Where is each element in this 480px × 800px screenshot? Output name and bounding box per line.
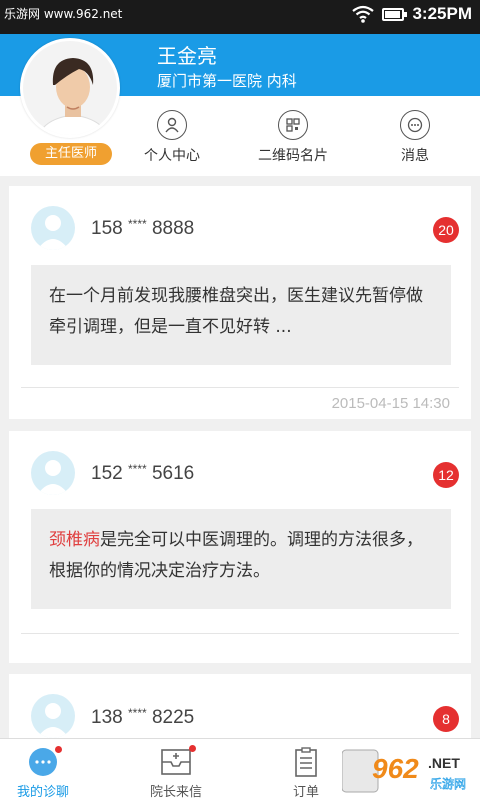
unread-badge: 12: [433, 462, 459, 488]
doctor-name: 王金亮: [157, 44, 217, 68]
unread-badge: 20: [433, 217, 459, 243]
nav-personal-center[interactable]: 个人中心: [122, 110, 222, 165]
person-icon: [157, 110, 187, 140]
brand-name: 乐游网: [430, 777, 466, 791]
notification-dot: [55, 746, 62, 753]
highlight-keyword: 颈椎病: [49, 530, 100, 550]
unread-badge: 8: [433, 706, 459, 732]
nav-messages[interactable]: 消息: [365, 110, 465, 165]
message-card[interactable]: 158 **** 8888 20 在一个月前发现我腰椎盘突出，医生建议先暂停做牵…: [9, 186, 471, 419]
patient-phone: 152 **** 5616: [91, 462, 195, 484]
brand-number: 962: [372, 753, 419, 784]
patient-avatar: [31, 206, 75, 250]
tab-director-letters[interactable]: 院长来信: [126, 739, 226, 800]
card-divider: [21, 633, 459, 634]
patient-phone: 158 **** 8888: [91, 217, 195, 239]
message-card[interactable]: 138 **** 8225 8: [9, 674, 471, 744]
status-indicators: 3:25PM: [352, 4, 472, 24]
patient-avatar: [31, 451, 75, 495]
clipboard-icon: [290, 747, 322, 777]
message-preview: 颈椎病是完全可以中医调理的。调理的方法很多，根据你的情况决定治疗方法。: [31, 509, 451, 609]
nav-label: 消息: [401, 148, 429, 164]
battery-icon: [382, 7, 408, 21]
tab-label: 订单: [292, 785, 319, 800]
doctor-avatar[interactable]: [20, 38, 120, 138]
mail-icon: [160, 745, 196, 777]
status-bar: 乐游网 www.962.net 3:25PM: [0, 0, 480, 34]
patient-phone: 138 **** 8225: [91, 706, 195, 728]
title-badge: 主任医师: [30, 143, 112, 165]
watermark-text: 乐游网 www.962.net: [4, 5, 123, 22]
chat-icon: [400, 110, 430, 140]
nav-qr-card[interactable]: 二维码名片: [243, 110, 343, 165]
card-divider: [21, 387, 459, 388]
patient-avatar: [31, 694, 75, 738]
tab-label: 我的诊聊: [16, 785, 69, 800]
brand-logo: 962 .NET 乐游网: [341, 746, 474, 796]
qr-code-icon: [278, 110, 308, 140]
clock: 3:25PM: [412, 4, 472, 23]
message-card[interactable]: 152 **** 5616 12 颈椎病是完全可以中医调理的。调理的方法很多，根…: [9, 431, 471, 663]
tab-my-consultations[interactable]: 我的诊聊: [0, 739, 93, 800]
doctor-organization: 厦门市第一医院 内科: [157, 72, 297, 90]
nav-label: 个人中心: [144, 148, 200, 164]
nav-label: 二维码名片: [258, 148, 328, 164]
chat-bubble-icon: [27, 746, 62, 777]
message-time: 2015-04-15 14:30: [331, 395, 450, 412]
brand-suffix: .NET: [428, 755, 460, 771]
wifi-icon: [352, 5, 375, 23]
tab-orders[interactable]: 订单: [256, 739, 356, 800]
notification-dot: [189, 745, 196, 752]
message-preview: 在一个月前发现我腰椎盘突出，医生建议先暂停做牵引调理，但是一直不见好转 ...: [31, 265, 451, 365]
tab-label: 院长来信: [149, 785, 202, 800]
